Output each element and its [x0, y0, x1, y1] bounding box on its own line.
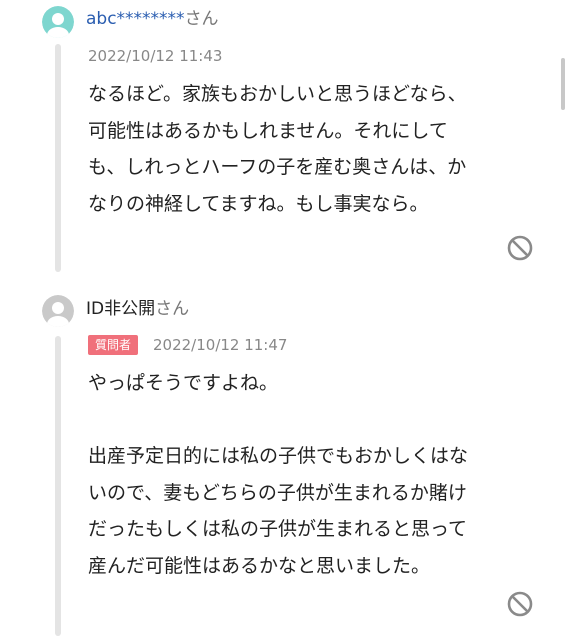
timestamp: 2022/10/12 11:47 [153, 336, 288, 354]
answer-line: なりの神経してますね。もし事実なら。 [88, 192, 429, 215]
answer-line: も、しれっとハーフの子を産む奥さんは、か [88, 156, 467, 178]
answer-line: だったもしくは私の子供が生まれると思って [88, 518, 468, 540]
answer-author: ID非公開さん [86, 298, 189, 320]
prohibited-circle-icon [507, 591, 533, 617]
timestamp: 2022/10/12 11:43 [88, 47, 223, 65]
thread-line [55, 44, 61, 272]
report-button[interactable] [506, 590, 534, 618]
answer-line: やっぱそうですよね。 [88, 372, 279, 394]
honorific: さん [155, 299, 190, 319]
prohibited-circle-icon [507, 235, 533, 261]
honorific: さん [184, 9, 219, 29]
avatar[interactable] [42, 6, 74, 38]
report-button[interactable] [506, 234, 534, 262]
answer-line: 可能性はあるかもしれません。それにして [88, 119, 448, 142]
answer-body: やっぱそうですよね。 出産予定日的には私の子供でもおかしくはな いので、妻もどち… [88, 365, 538, 584]
answer-body: なるほど。家族もおかしいと思うほどなら、 可能性はあるかもしれません。それにして… [88, 76, 538, 222]
thread-line [55, 336, 61, 636]
user-id-link[interactable]: abc******** [86, 9, 185, 29]
user-silhouette-icon [42, 295, 74, 327]
questioner-badge: 質問者 [88, 335, 139, 355]
answer-line: なるほど。家族もおかしいと思うほどなら、 [88, 83, 467, 105]
avatar[interactable] [42, 295, 74, 327]
answer-line: 産んだ可能性はあるかなと思いました。 [88, 554, 431, 577]
scrollbar[interactable] [561, 58, 565, 110]
answer-line: 出産予定日的には私の子供でもおかしくはな [88, 445, 469, 467]
user-id: ID非公開 [86, 299, 156, 319]
answer-line: いので、妻もどちらの子供が生まれるか賭け [88, 481, 467, 504]
user-silhouette-icon [42, 6, 74, 38]
answer-author: abc********さん [86, 8, 219, 30]
